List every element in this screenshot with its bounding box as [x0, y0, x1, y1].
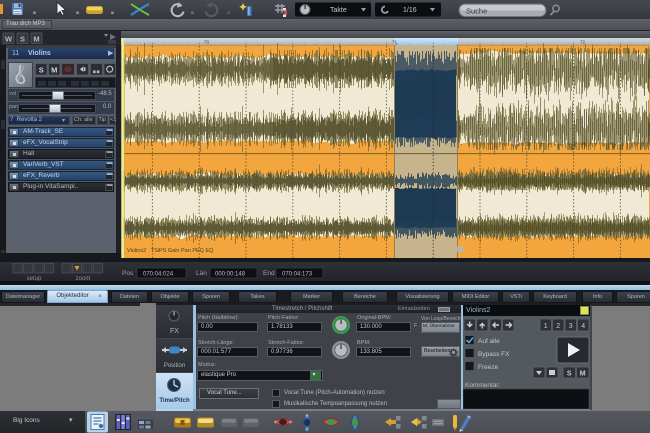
svg-text:M: M	[33, 35, 39, 44]
svg-text:setup: setup	[27, 276, 42, 281]
svg-text:Bypass FX: Bypass FX	[478, 351, 510, 358]
svg-text:M: M	[580, 371, 586, 378]
svg-text:72: 72	[580, 40, 586, 45]
svg-text:1/16: 1/16	[403, 7, 417, 14]
svg-text:4: 4	[581, 323, 585, 330]
svg-text:Time/Pitch: Time/Pitch	[159, 398, 190, 404]
svg-text:Freeze: Freeze	[478, 364, 499, 371]
svg-text:Suche: Suche	[466, 6, 487, 15]
svg-text:End: End	[263, 270, 275, 277]
svg-text:070:04:024: 070:04:024	[143, 272, 174, 278]
svg-text:Pos: Pos	[122, 270, 134, 277]
svg-text:3: 3	[569, 323, 573, 330]
svg-text:1: 1	[544, 323, 548, 330]
svg-text:070:04:173: 070:04:173	[282, 272, 313, 278]
svg-text:zoom: zoom	[76, 276, 91, 281]
svg-text:W: W	[5, 35, 13, 44]
svg-text:FX: FX	[170, 328, 179, 335]
svg-text:2: 2	[556, 323, 560, 330]
svg-text:Auf alle: Auf alle	[478, 338, 500, 345]
svg-text:Län: Län	[196, 270, 207, 277]
svg-text:S: S	[20, 35, 25, 44]
svg-text:Position: Position	[164, 363, 185, 369]
svg-text:S: S	[39, 65, 44, 74]
svg-text:Takte: Takte	[330, 7, 347, 14]
svg-text:Kommentar:: Kommentar:	[465, 382, 501, 389]
svg-text:70: 70	[204, 40, 210, 45]
svg-text:M: M	[51, 65, 57, 74]
svg-text:000:00:148: 000:00:148	[215, 272, 246, 278]
svg-text:Violins2 TSiPS Gain Pan PEQ: Violins2 TSiPS Gain Pan PEQ EQ	[127, 248, 214, 254]
svg-text:S: S	[567, 371, 572, 378]
